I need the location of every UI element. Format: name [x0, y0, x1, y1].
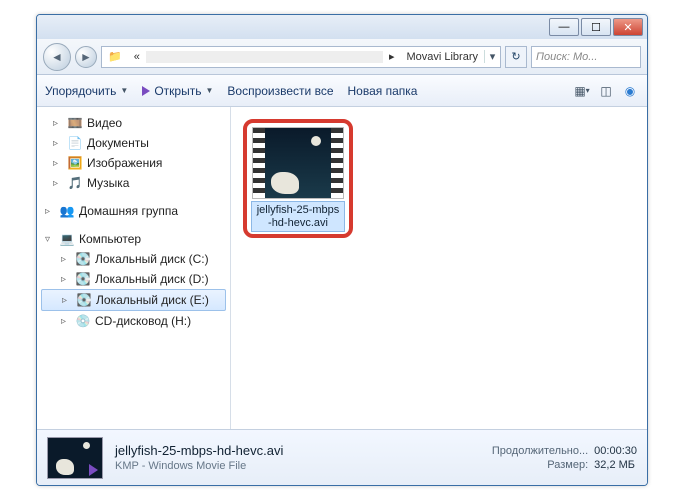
play-icon — [89, 464, 98, 476]
titlebar: — ☐ ✕ — [37, 15, 647, 39]
forward-button[interactable]: ► — [75, 46, 97, 68]
tree-label: Локальный диск (E:) — [96, 293, 209, 307]
tree-label: Домашняя группа — [79, 204, 178, 218]
close-button[interactable]: ✕ — [613, 18, 643, 36]
play-icon — [142, 86, 150, 96]
breadcrumb-current[interactable]: Movavi Library — [400, 51, 484, 63]
tree-item-disk-e[interactable]: ▹💽Локальный диск (E:) — [41, 289, 226, 311]
newfolder-button[interactable]: Новая папка — [348, 84, 418, 98]
tree-label: Локальный диск (D:) — [95, 272, 209, 286]
size-label: Размер: — [492, 459, 588, 471]
tree-label: Документы — [87, 136, 149, 150]
details-filetype: KMP - Windows Movie File — [115, 460, 480, 472]
tree-label: Локальный диск (C:) — [95, 252, 209, 266]
tree-label: Компьютер — [79, 232, 141, 246]
organize-menu[interactable]: Упорядочить ▼ — [45, 84, 128, 98]
search-placeholder: Поиск: Mo... — [536, 51, 597, 63]
open-label: Открыть — [154, 84, 201, 98]
file-label: jellyfish-25-mbps -hd-hevc.avi — [251, 201, 345, 232]
tree-item-pictures[interactable]: ▹🖼️Изображения — [41, 153, 226, 173]
tree-item-disk-c[interactable]: ▹💽Локальный диск (C:) — [41, 249, 226, 269]
tree-label: Музыка — [87, 176, 129, 190]
chevron-down-icon: ▼ — [205, 86, 213, 95]
file-thumbnail — [252, 127, 344, 199]
folder-icon: 📁 — [102, 50, 128, 63]
address-dropdown[interactable]: ▾ — [484, 50, 500, 63]
details-thumbnail — [47, 437, 103, 479]
tree-item-homegroup[interactable]: ▹👥Домашняя группа — [41, 201, 226, 221]
open-menu[interactable]: Открыть ▼ — [142, 84, 213, 98]
maximize-button[interactable]: ☐ — [581, 18, 611, 36]
duration-value: 00:00:30 — [594, 445, 637, 457]
help-button[interactable]: ◉ — [621, 82, 639, 100]
explorer-window: — ☐ ✕ ◄ ► 📁 « ▸ Movavi Library ▾ ↻ Поиск… — [36, 14, 648, 486]
breadcrumb-hidden[interactable] — [146, 51, 383, 63]
tree-label: Видео — [87, 116, 122, 130]
chevron-down-icon: ▼ — [120, 86, 128, 95]
tree-item-disk-d[interactable]: ▹💽Локальный диск (D:) — [41, 269, 226, 289]
refresh-button[interactable]: ↻ — [505, 46, 527, 68]
breadcrumb-chevron[interactable]: ▸ — [383, 50, 401, 63]
tree-item-cd-h[interactable]: ▹💿CD-дисковод (H:) — [41, 311, 226, 331]
file-item[interactable]: jellyfish-25-mbps -hd-hevc.avi — [243, 119, 353, 238]
tree-item-documents[interactable]: ▹📄Документы — [41, 133, 226, 153]
tree-item-computer[interactable]: ▿💻Компьютер — [41, 229, 226, 249]
nav-tree: ▹🎞️Видео ▹📄Документы ▹🖼️Изображения ▹🎵Му… — [37, 107, 231, 429]
address-bar[interactable]: 📁 « ▸ Movavi Library ▾ — [101, 46, 501, 68]
tree-label: Изображения — [87, 156, 162, 170]
details-filename: jellyfish-25-mbps-hd-hevc.avi — [115, 443, 480, 458]
tree-label: CD-дисковод (H:) — [95, 314, 191, 328]
toolbar: Упорядочить ▼ Открыть ▼ Воспроизвести вс… — [37, 75, 647, 107]
minimize-button[interactable]: — — [549, 18, 579, 36]
playall-button[interactable]: Воспроизвести все — [227, 84, 333, 98]
back-button[interactable]: ◄ — [43, 43, 71, 71]
file-label-line: jellyfish-25-mbps — [257, 204, 340, 216]
body: ▹🎞️Видео ▹📄Документы ▹🖼️Изображения ▹🎵Му… — [37, 107, 647, 429]
file-label-line: -hd-hevc.avi — [268, 217, 328, 229]
duration-label: Продолжительно... — [492, 445, 588, 457]
file-pane[interactable]: jellyfish-25-mbps -hd-hevc.avi — [231, 107, 647, 429]
preview-pane-button[interactable]: ◫ — [597, 82, 615, 100]
tree-item-music[interactable]: ▹🎵Музыка — [41, 173, 226, 193]
tree-item-video[interactable]: ▹🎞️Видео — [41, 113, 226, 133]
view-menu[interactable]: ▦▾ — [573, 82, 591, 100]
search-input[interactable]: Поиск: Mo... — [531, 46, 641, 68]
playall-label: Воспроизвести все — [227, 84, 333, 98]
organize-label: Упорядочить — [45, 84, 116, 98]
details-pane: jellyfish-25-mbps-hd-hevc.avi KMP - Wind… — [37, 429, 647, 485]
highlight-ring: jellyfish-25-mbps -hd-hevc.avi — [243, 119, 353, 238]
size-value: 32,2 МБ — [594, 459, 637, 471]
breadcrumb-chevron[interactable]: « — [128, 51, 146, 63]
newfolder-label: Новая папка — [348, 84, 418, 98]
nav-bar: ◄ ► 📁 « ▸ Movavi Library ▾ ↻ Поиск: Mo..… — [37, 39, 647, 75]
